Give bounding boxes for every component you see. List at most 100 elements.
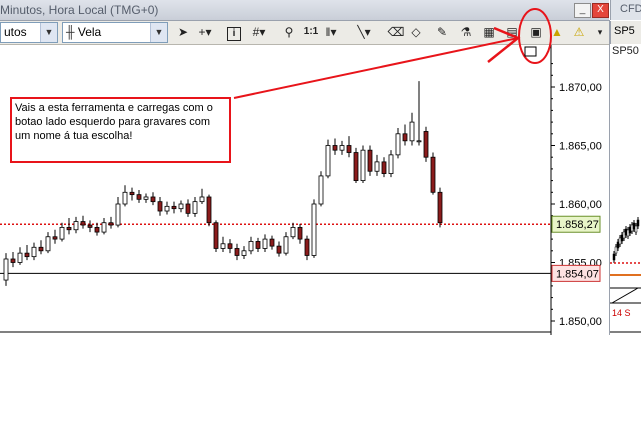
interval-select[interactable]: utos ▼	[0, 22, 58, 43]
candle-body	[276, 245, 282, 254]
candle-body	[388, 154, 394, 174]
line-draw-icon[interactable]: ╲▾	[355, 23, 373, 41]
cursor-icon[interactable]: ➤	[174, 23, 192, 41]
right-window-toolbar: SP5	[610, 21, 641, 44]
candle-body	[297, 226, 303, 240]
candle-body	[248, 241, 254, 252]
interval-value: utos	[4, 25, 27, 39]
candle-body	[122, 191, 128, 205]
chart-type-value: Vela	[77, 25, 102, 39]
candle-body	[346, 145, 352, 153]
candle-body	[220, 243, 226, 249]
candle-body	[10, 258, 16, 263]
right-candle-body	[616, 241, 620, 249]
right-candle-body	[626, 229, 630, 237]
annotation-text: Vais a esta ferramenta e carregas com o …	[15, 102, 213, 142]
right-window-title-bar: CFD	[610, 0, 641, 20]
templates-icon[interactable]: ▦	[480, 23, 498, 41]
candle-body	[136, 194, 142, 200]
right-candle-body	[614, 246, 618, 254]
candle-body	[199, 196, 205, 203]
candle-body	[290, 226, 296, 238]
minimize-button[interactable]: _	[574, 3, 591, 18]
candle-body	[311, 203, 317, 256]
right-symbol-header: SP50	[612, 45, 639, 57]
candle-body	[38, 246, 44, 252]
grid-icon[interactable]: #▾	[250, 23, 268, 41]
chart-type-select[interactable]: ╫ Vela ▼	[62, 22, 168, 43]
info-icon[interactable]: i	[225, 23, 243, 41]
right-candle-body	[620, 234, 624, 242]
candle-body	[73, 221, 79, 231]
candle-body	[416, 140, 422, 143]
empty-area	[0, 335, 641, 422]
eraser-icon[interactable]: ⌫	[387, 23, 405, 41]
candle-body	[269, 238, 275, 247]
chart-canvas[interactable]: 1.870,001.865,001.860,001.855,001.850,00…	[0, 45, 609, 335]
candle-body	[157, 201, 163, 212]
candle-body	[31, 246, 37, 258]
right-candle-body	[612, 253, 616, 261]
price-tick-label: 1.850,00	[559, 316, 602, 328]
candle-body	[206, 196, 212, 224]
candle-body	[367, 149, 373, 172]
indicators-icon[interactable]: ⚗	[457, 23, 475, 41]
candle-body	[66, 226, 72, 231]
price-tick-label: 1.860,00	[559, 199, 602, 211]
one-to-one-button[interactable]: 1:1	[302, 23, 320, 41]
candle-body	[101, 222, 107, 233]
candle-body	[45, 236, 51, 252]
zoom-icon[interactable]: ⚲	[280, 23, 298, 41]
drawing-tools-icon[interactable]: ✎	[433, 23, 451, 41]
candle-body	[94, 226, 100, 233]
candle-body	[129, 191, 135, 196]
candle-body	[339, 145, 345, 151]
toolbar-overflow-icon[interactable]: ▾	[594, 23, 606, 41]
crosshair-icon[interactable]: +▾	[196, 23, 214, 41]
candle-body	[283, 236, 289, 254]
chevron-down-icon: ▼	[150, 23, 167, 42]
bars-icon[interactable]: ǁ▾	[322, 23, 340, 41]
right-chart-canvas[interactable]	[610, 45, 641, 335]
title-bar: Minutos, Hora Local (TMG+0) _ X	[0, 0, 609, 21]
candle-body	[59, 226, 65, 240]
close-button[interactable]: X	[592, 3, 609, 18]
candle-body	[115, 203, 121, 226]
save-template-icon[interactable]: ▤	[503, 23, 521, 41]
warning-icon[interactable]: ⚠	[570, 23, 588, 41]
candle-body	[185, 203, 191, 214]
right-candle-body	[628, 226, 632, 234]
candle-body	[3, 258, 9, 281]
line-price-label: 1.854,07	[556, 268, 599, 280]
right-chart-panel[interactable]: SP50 14 S	[610, 45, 641, 335]
candle-body	[423, 131, 429, 158]
candle-body	[52, 236, 58, 240]
alert-icon[interactable]: ▲	[548, 23, 566, 41]
candle-body	[409, 121, 415, 142]
window-title: Minutos, Hora Local (TMG+0)	[0, 3, 159, 17]
candle-body	[332, 145, 338, 151]
right-bottom-label: 14 S	[612, 308, 631, 318]
price-tick-label: 1.870,00	[559, 82, 602, 94]
right-candle-body	[630, 224, 634, 232]
shapes-icon[interactable]: ◇	[407, 23, 425, 41]
price-chart[interactable]: 1.870,00 1.865,00 1.860,00 1.855,00 1.850,00…	[0, 45, 609, 335]
right-candle-body	[634, 225, 638, 233]
candlestick-icon: ╫	[66, 25, 75, 39]
candle-body	[17, 252, 23, 263]
candle-body	[255, 241, 261, 249]
candle-body	[395, 133, 401, 156]
candle-body	[178, 203, 184, 210]
candle-body	[80, 221, 86, 226]
candle-body	[171, 205, 177, 210]
chart-toolbar: utos ▼ ╫ Vela ▼ ➤ +▾ i #▾ ⚲ 1:1 ǁ▾ ╲▾ ⌫ …	[0, 21, 609, 45]
candle-body	[234, 248, 240, 256]
candle-body	[325, 145, 331, 177]
candle-body	[150, 196, 156, 203]
right-candle-body	[632, 222, 636, 230]
annotation-box: Vais a esta ferramenta e carregas com o …	[10, 97, 231, 163]
right-window-title: CFD	[620, 3, 641, 15]
template-load-icon[interactable]: ▣	[527, 23, 545, 41]
right-candle-body	[618, 237, 622, 245]
candle-body	[87, 224, 93, 228]
